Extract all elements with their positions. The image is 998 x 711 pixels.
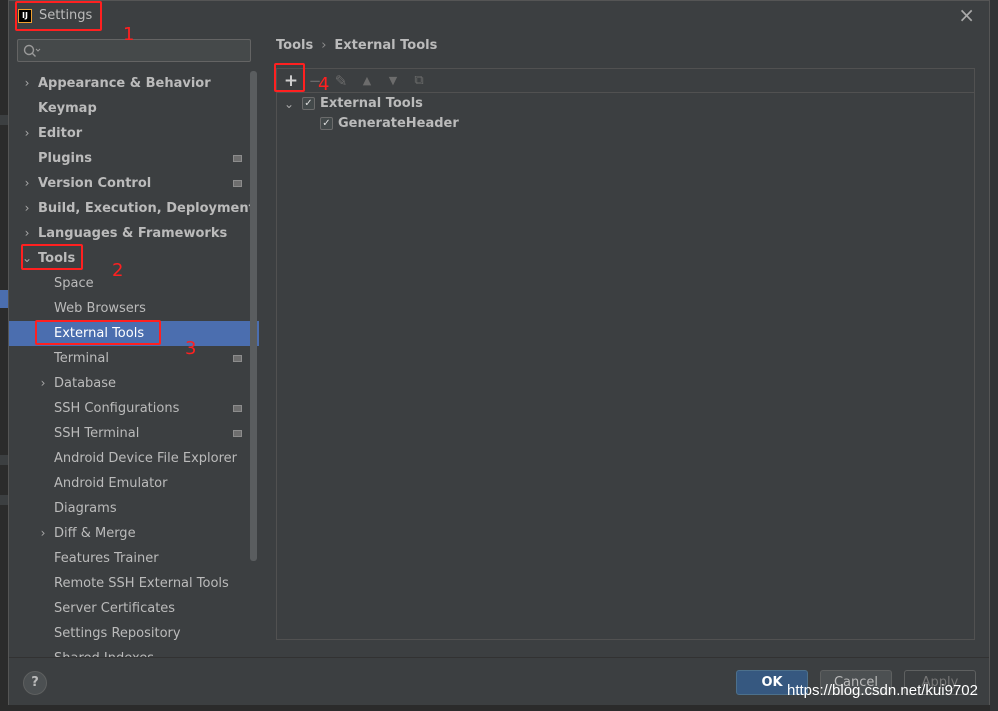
breadcrumb-parent[interactable]: Tools [276, 38, 313, 53]
annotation-number: 4 [318, 74, 330, 95]
chevron-right-icon[interactable]: › [37, 371, 49, 396]
tool-item-checkbox[interactable]: ✓ [320, 117, 333, 130]
project-level-icon [233, 430, 242, 437]
sidebar-item[interactable]: Shared Indexes [9, 646, 259, 657]
sidebar-item-label: Android Emulator [54, 476, 168, 491]
tool-group-checkbox[interactable]: ✓ [302, 97, 315, 110]
annotation-box-tools [21, 244, 83, 270]
sidebar-item-label: Space [54, 276, 94, 291]
sidebar-item[interactable]: Android Device File Explorer [9, 446, 259, 471]
sidebar-item-label: SSH Terminal [54, 426, 140, 441]
sidebar-item-label: Android Device File Explorer [54, 451, 237, 466]
sidebar-item[interactable]: Server Certificates [9, 596, 259, 621]
settings-dialog: IJ Settings × › Appearance & Behavior Keym… [8, 0, 990, 705]
tools-toolbar: + − ✎ ▲ ▼ ⧉ [277, 69, 974, 93]
sidebar-item-label: Database [54, 376, 117, 391]
sidebar-item[interactable]: Web Browsers [9, 296, 259, 321]
chevron-right-icon[interactable]: › [21, 171, 33, 196]
search-icon [23, 44, 41, 57]
background-ide-mark [0, 290, 8, 308]
settings-tree: › Appearance & Behavior Keymap › Editor Plugi… [9, 71, 259, 657]
project-level-icon [233, 180, 242, 187]
chevron-right-icon[interactable]: › [37, 521, 49, 546]
background-ide-mark [0, 115, 8, 125]
move-down-icon[interactable]: ▼ [383, 71, 403, 91]
sidebar-item[interactable]: › Database [9, 371, 259, 396]
annotation-number: 2 [112, 260, 124, 281]
sidebar-item[interactable]: Space [9, 271, 259, 296]
close-icon[interactable]: × [958, 5, 975, 25]
project-level-icon [233, 405, 242, 412]
sidebar-item-label: Features Trainer [54, 551, 159, 566]
sidebar-item[interactable]: Diagrams [9, 496, 259, 521]
annotation-box-add [274, 63, 305, 92]
sidebar-item[interactable]: SSH Configurations [9, 396, 259, 421]
tool-item-label: GenerateHeader [338, 116, 459, 131]
sidebar-item[interactable]: Keymap [9, 96, 259, 121]
sidebar-item-label: Remote SSH External Tools [54, 576, 229, 591]
chevron-right-icon[interactable]: › [21, 221, 33, 246]
title-bar: IJ Settings × [9, 1, 989, 31]
annotation-number: 3 [185, 338, 197, 359]
sidebar-item-label: Shared Indexes [54, 646, 154, 657]
sidebar-item-label: Keymap [38, 101, 97, 116]
annotation-number: 1 [123, 24, 135, 45]
chevron-right-icon[interactable]: › [21, 121, 33, 146]
sidebar-item[interactable]: Android Emulator [9, 471, 259, 496]
sidebar-scrollbar[interactable] [250, 71, 257, 561]
breadcrumb-current: External Tools [334, 38, 438, 53]
help-button[interactable]: ? [23, 671, 47, 695]
breadcrumb-separator: › [321, 38, 327, 53]
breadcrumb: Tools › External Tools [276, 38, 437, 53]
sidebar-item[interactable]: Terminal [9, 346, 259, 371]
tool-group-label: External Tools [320, 96, 423, 111]
tool-item-row[interactable]: ✓ GenerateHeader [284, 114, 584, 134]
sidebar-item-label: Appearance & Behavior [38, 76, 211, 91]
sidebar-item-label: Settings Repository [54, 626, 181, 641]
sidebar-item[interactable]: Plugins [9, 146, 259, 171]
sidebar-item[interactable]: › Editor [9, 121, 259, 146]
sidebar-item[interactable]: Settings Repository [9, 621, 259, 646]
annotation-box-title [15, 1, 102, 31]
annotation-box-external-tools [35, 320, 161, 345]
sidebar-item[interactable]: › Diff & Merge [9, 521, 259, 546]
external-tools-panel: + − ✎ ▲ ▼ ⧉ ⌄ ✓ External Tools ✓ Generat… [276, 68, 975, 640]
sidebar-item-label: Version Control [38, 176, 152, 191]
background-ide-left-edge [0, 0, 8, 711]
sidebar-item-label: Diff & Merge [54, 526, 136, 541]
sidebar-item-label: Languages & Frameworks [38, 226, 228, 241]
sidebar-item-label: Build, Execution, Deployment [38, 201, 255, 216]
sidebar-item-label: SSH Configurations [54, 401, 180, 416]
sidebar-item-label: Server Certificates [54, 601, 176, 616]
sidebar-item[interactable]: › Appearance & Behavior [9, 71, 259, 96]
edit-icon[interactable]: ✎ [331, 71, 351, 91]
project-level-icon [233, 155, 242, 162]
chevron-down-icon[interactable]: ⌄ [284, 94, 294, 114]
background-ide-mark [0, 495, 8, 505]
chevron-right-icon[interactable]: › [21, 196, 33, 221]
sidebar-item[interactable]: SSH Terminal [9, 421, 259, 446]
background-ide-mark [0, 455, 8, 465]
sidebar-item-label: Web Browsers [54, 301, 146, 316]
chevron-right-icon[interactable]: › [21, 71, 33, 96]
copy-icon[interactable]: ⧉ [409, 71, 429, 91]
tool-group-row[interactable]: ⌄ ✓ External Tools [284, 94, 584, 114]
sidebar-item-label: Terminal [54, 351, 109, 366]
sidebar-item[interactable]: › Build, Execution, Deployment [9, 196, 259, 221]
sidebar-item[interactable]: Remote SSH External Tools [9, 571, 259, 596]
sidebar-item[interactable]: › Languages & Frameworks [9, 221, 259, 246]
watermark: https://blog.csdn.net/kui9702 [787, 682, 978, 699]
sidebar-item-label: Editor [38, 126, 83, 141]
project-level-icon [233, 355, 242, 362]
sidebar-item[interactable]: Features Trainer [9, 546, 259, 571]
sidebar-item[interactable]: › Version Control [9, 171, 259, 196]
move-up-icon[interactable]: ▲ [357, 71, 377, 91]
sidebar-item-label: Plugins [38, 151, 92, 166]
sidebar-item-label: Diagrams [54, 501, 117, 516]
content-panel: Tools › External Tools + − ✎ ▲ ▼ ⧉ ⌄ ✓ Ext… [259, 31, 989, 657]
background-ide-right-edge [990, 0, 998, 711]
